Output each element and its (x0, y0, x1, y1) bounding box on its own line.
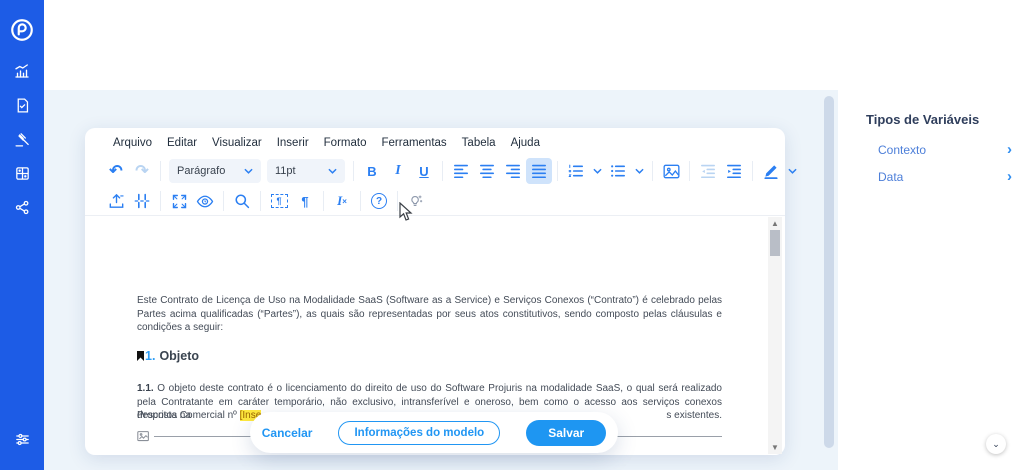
page-break-button[interactable] (129, 188, 155, 214)
ordered-list-options-chevron-icon[interactable] (589, 158, 605, 184)
menu-ferramentas[interactable]: Ferramentas (381, 137, 446, 149)
text-color-chevron-icon[interactable] (784, 158, 800, 184)
variable-item-label: Data (878, 170, 903, 184)
editor-toolbar-row1: ↶ ↷ Parágrafo 11pt B I U (103, 157, 800, 185)
underline-button[interactable]: U (411, 158, 437, 184)
editor-help-button[interactable]: ? (366, 188, 392, 214)
menu-tabela[interactable]: Tabela (462, 137, 496, 149)
save-button[interactable]: Salvar (526, 420, 606, 446)
outdent-button[interactable] (695, 158, 721, 184)
scrollbar-thumb[interactable] (770, 230, 780, 256)
text-color-button[interactable] (758, 158, 784, 184)
variable-item-contexto[interactable]: Contexto › (878, 141, 1012, 158)
indent-button[interactable] (721, 158, 747, 184)
model-info-button[interactable]: Informações do modelo (338, 421, 500, 445)
editor-toolbar-row2: ¶ ¶ I× ? (103, 187, 429, 215)
align-left-button[interactable] (448, 158, 474, 184)
chevron-down-icon: ⌄ (992, 439, 1000, 450)
align-justify-button[interactable] (526, 158, 552, 184)
menu-ajuda[interactable]: Ajuda (511, 137, 540, 149)
sidebar-item-documents[interactable] (0, 88, 44, 122)
search-button[interactable] (229, 188, 255, 214)
undo-button[interactable]: ↶ (103, 158, 129, 184)
ordered-list-button[interactable] (563, 158, 589, 184)
clause-number: 1.1. (137, 383, 154, 394)
chevron-right-icon: › (1007, 141, 1012, 158)
projuris-logo-icon[interactable] (0, 6, 44, 54)
paragraph-style-value: Parágrafo (177, 165, 225, 177)
menu-formato[interactable]: Formato (324, 137, 367, 149)
ai-suggestions-button[interactable] (403, 188, 429, 214)
italic-button[interactable]: I (385, 158, 411, 184)
panel-resize-handle[interactable] (824, 96, 834, 448)
menu-inserir[interactable]: Inserir (277, 137, 309, 149)
sidebar-item-legal[interactable] (0, 122, 44, 156)
heading-number: 1. (145, 349, 155, 363)
insert-image-button[interactable] (658, 158, 684, 184)
chevron-right-icon: › (1007, 168, 1012, 185)
bullet-list-options-chevron-icon[interactable] (631, 158, 647, 184)
line-end-fragment: s existentes. (666, 409, 722, 423)
font-size-select[interactable]: 11pt (267, 159, 345, 183)
preview-button[interactable] (192, 188, 218, 214)
bold-button[interactable]: B (359, 158, 385, 184)
clear-formatting-button[interactable]: I× (329, 188, 355, 214)
sidebar-item-modules[interactable] (0, 156, 44, 190)
rich-text-editor: Arquivo Editar Visualizar Inserir Format… (85, 128, 785, 455)
menu-editar[interactable]: Editar (167, 137, 197, 149)
document-heading[interactable]: 1. Objeto (137, 349, 199, 363)
visual-blocks-button[interactable]: ¶ (266, 188, 292, 214)
font-size-value: 11pt (275, 165, 296, 177)
top-bar (44, 0, 1024, 90)
align-center-button[interactable] (474, 158, 500, 184)
variable-item-data[interactable]: Data › (878, 168, 1012, 185)
anchor-marker-icon (137, 351, 144, 361)
sidebar (0, 0, 44, 470)
bullet-list-button[interactable] (605, 158, 631, 184)
editor-scrollbar[interactable]: ▲ ▼ (768, 217, 782, 454)
menu-visualizar[interactable]: Visualizar (212, 137, 262, 149)
scroll-down-fab[interactable]: ⌄ (986, 434, 1006, 454)
editor-menubar: Arquivo Editar Visualizar Inserir Format… (113, 137, 540, 149)
show-invisibles-button[interactable]: ¶ (292, 188, 318, 214)
chevron-down-icon (244, 168, 253, 174)
chevron-down-icon (328, 168, 337, 174)
scroll-up-icon[interactable]: ▲ (771, 217, 779, 230)
redo-button[interactable]: ↷ (129, 158, 155, 184)
scroll-down-icon[interactable]: ▼ (771, 441, 779, 454)
align-right-button[interactable] (500, 158, 526, 184)
cancel-button[interactable]: Cancelar (262, 426, 313, 440)
sidebar-item-network[interactable] (0, 190, 44, 224)
variables-panel-title: Tipos de Variáveis (866, 112, 979, 127)
sidebar-item-preferences[interactable] (0, 422, 44, 456)
heading-text: Objeto (159, 349, 199, 363)
menu-arquivo[interactable]: Arquivo (113, 137, 152, 149)
document-paragraph[interactable]: Este Contrato de Licença de Uso na Modal… (137, 294, 722, 335)
upload-button[interactable] (103, 188, 129, 214)
paragraph-style-select[interactable]: Parágrafo (169, 159, 261, 183)
variable-item-label: Contexto (878, 143, 926, 157)
fullscreen-button[interactable] (166, 188, 192, 214)
broken-image-icon (137, 430, 150, 443)
floating-action-bar: Cancelar Informações do modelo Salvar (250, 412, 618, 453)
sidebar-item-analytics[interactable] (0, 54, 44, 88)
